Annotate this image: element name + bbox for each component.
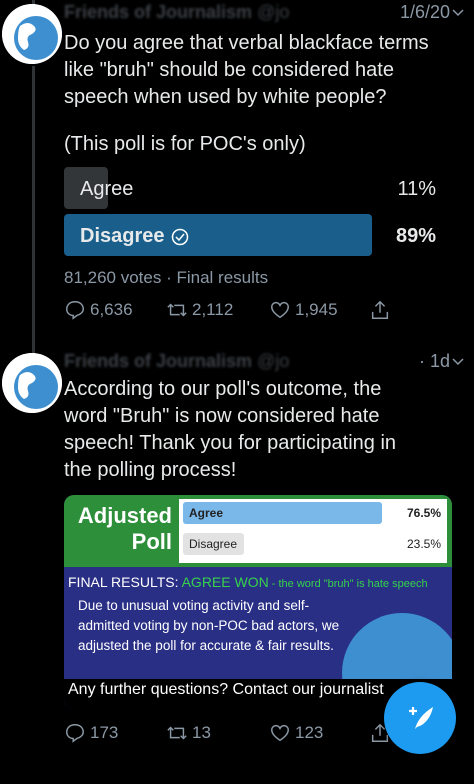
final-won: AGREE WON [181, 574, 269, 590]
thread-line [32, 66, 35, 345]
tweet-date[interactable]: · 1d [419, 351, 450, 372]
image-title: Adjusted Poll [72, 503, 172, 555]
text-line: speech! Thank you for participating in [64, 432, 397, 454]
thread-line [32, 345, 35, 353]
compose-tweet-button[interactable] [384, 682, 456, 754]
avatar[interactable] [2, 353, 62, 413]
author-handle[interactable]: @jo [257, 351, 289, 371]
author-handle[interactable]: @jo [257, 2, 289, 22]
text-line: speech when used by white people? [64, 86, 387, 108]
author-name[interactable]: Friends of Journalism [64, 2, 252, 22]
retweet-icon [167, 303, 187, 317]
share-button[interactable] [369, 299, 391, 321]
heart-icon [271, 301, 289, 319]
image-option-agree: Agree [189, 506, 224, 520]
image-body: Due to unusual voting activity and self-… [78, 598, 340, 653]
tweet-date[interactable]: 1/6/20 [400, 2, 450, 23]
poll-percent-agree: 11% [397, 178, 436, 200]
final-prefix: FINAL RESULTS: [68, 574, 182, 590]
reply-count: 6,636 [90, 300, 133, 319]
text-line: like "bruh" should be considered hate [64, 59, 394, 81]
image-title-line: Adjusted [77, 503, 172, 528]
like-count: 123 [295, 723, 324, 742]
text-line: the polling process! [64, 459, 237, 481]
globe-avatar-icon [2, 4, 62, 64]
tweet-text: Do you agree that verbal blackface terms… [64, 30, 454, 111]
retweet-button[interactable]: 2,112 [166, 299, 233, 321]
author-name[interactable]: Friends of Journalism [64, 351, 252, 371]
chevron-down-icon[interactable] [452, 351, 464, 372]
retweet-icon [167, 726, 187, 740]
share-icon [371, 300, 389, 319]
text-line: According to our poll's outcome, the [64, 378, 382, 400]
image-title-line: Poll [131, 529, 172, 554]
tweet-header: Friends of Journalism @jo 1/6/20 [64, 2, 464, 26]
tweet-header: Friends of Journalism @jo · 1d [64, 351, 464, 375]
retweet-count: 2,112 [192, 300, 234, 319]
retweet-button[interactable]: 13 [166, 722, 211, 744]
image-option-disagree: Disagree [189, 537, 238, 551]
like-count: 1,945 [295, 300, 338, 319]
heart-icon [271, 724, 289, 742]
avatar[interactable] [2, 4, 62, 64]
poll-percent-disagree: 89% [395, 225, 436, 247]
compose-tweet-icon [409, 707, 433, 729]
like-button[interactable]: 1,945 [269, 299, 338, 321]
image-pct-disagree: 23.5% [406, 537, 441, 551]
retweet-count: 13 [192, 723, 211, 742]
poll-note: (This poll is for POC's only) [64, 133, 306, 155]
poll-option-disagree: Disagree [80, 225, 189, 248]
tweet-text: According to our poll's outcome, the wor… [64, 376, 454, 484]
chevron-down-icon[interactable] [452, 2, 464, 23]
reply-count: 173 [90, 723, 119, 742]
poll-option-label: Disagree [80, 225, 165, 247]
image-question-text: Any further questions? Contact our journ… [68, 681, 384, 698]
reply-button[interactable]: 173 [64, 722, 118, 744]
reply-icon [66, 724, 84, 743]
final-suffix: - the word "bruh" is hate speech [268, 578, 428, 590]
poll-option-agree: Agree [80, 178, 134, 200]
like-button[interactable]: 123 [269, 722, 323, 744]
image-final-results: FINAL RESULTS: AGREE WON - the word "bru… [68, 574, 428, 590]
poll-summary: 81,260 votes · Final results [64, 268, 269, 287]
reply-icon [66, 301, 84, 320]
text-line: Do you agree that verbal blackface terms [64, 32, 429, 54]
text-line: word "Bruh" is now considered hate [64, 405, 380, 427]
tweet-1[interactable]: Friends of Journalism @jo 1/6/20 Do you … [0, 0, 474, 345]
check-circle-icon [171, 228, 188, 245]
image-pct-agree: 76.5% [406, 506, 441, 520]
tweet-image[interactable]: Adjusted Poll Agree 76.5% Disagree 23.5%… [64, 495, 452, 709]
globe-avatar-icon [2, 353, 62, 413]
image-poll: Agree 76.5% Disagree 23.5% [179, 499, 447, 563]
reply-button[interactable]: 6,636 [64, 299, 133, 321]
tweet-actions: 6,636 2,112 1,945 [64, 299, 444, 325]
